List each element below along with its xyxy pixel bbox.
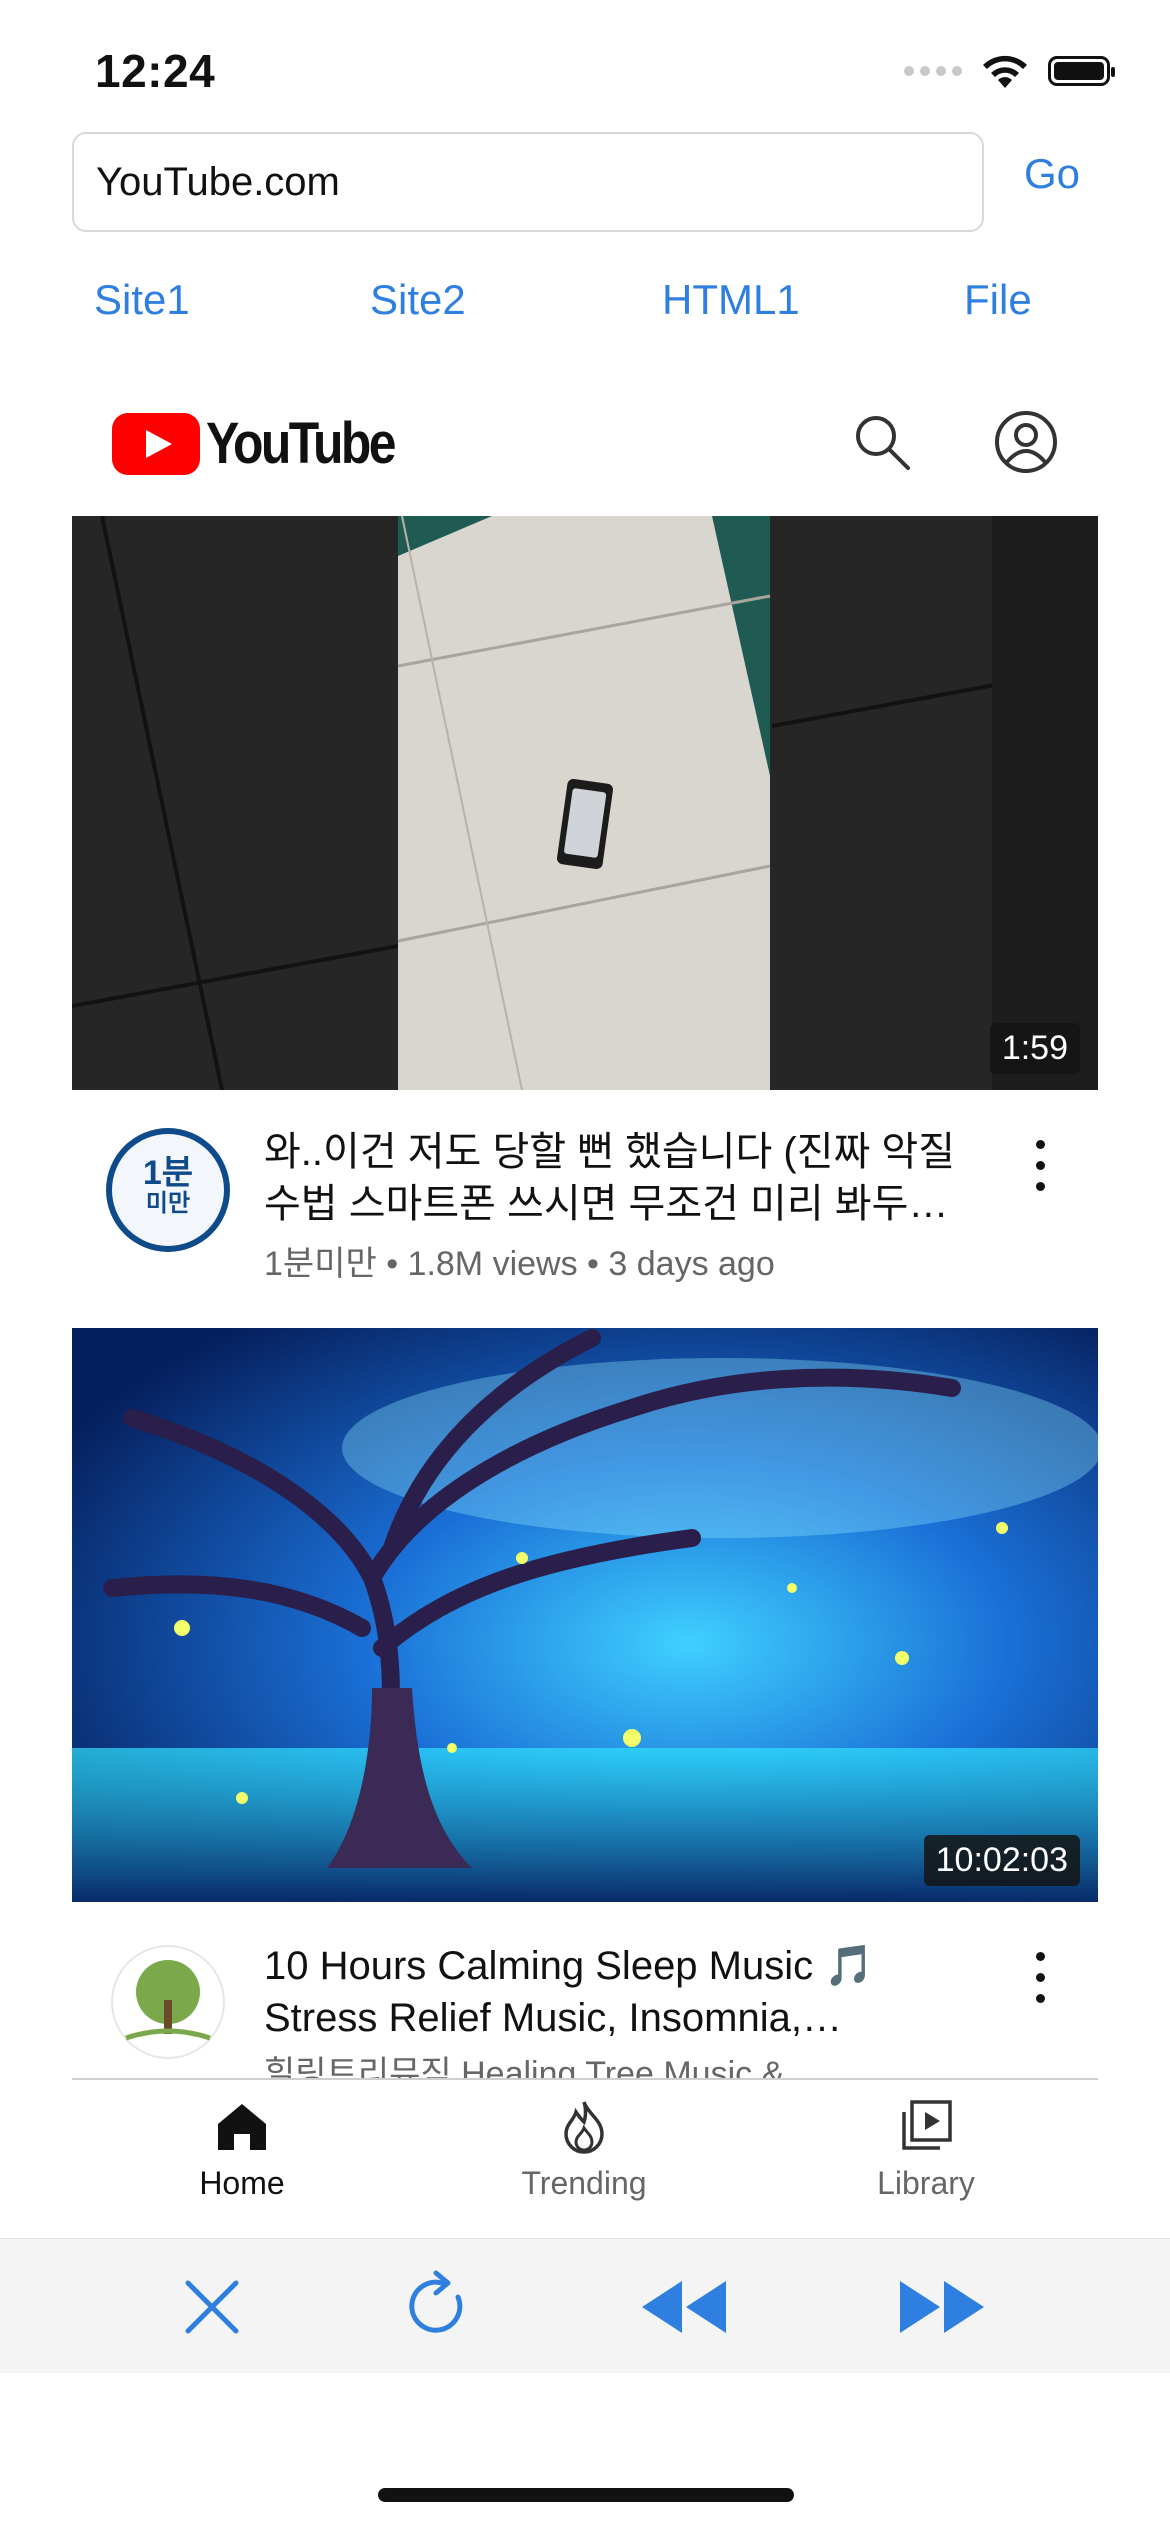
video-title[interactable]: 10 Hours Calming Sleep Music 🎵 Stress Re… <box>264 1940 984 2044</box>
quick-link-site1[interactable]: Site1 <box>94 276 190 324</box>
flame-icon <box>564 2101 604 2154</box>
video-thumbnail[interactable]: 1:59 <box>72 516 1098 1090</box>
go-button[interactable]: Go <box>1024 150 1080 198</box>
tree-logo-icon <box>111 1945 225 2059</box>
status-time: 12:24 <box>95 45 216 97</box>
close-icon[interactable] <box>172 2267 252 2347</box>
channel-avatar[interactable]: 1분 미만 <box>106 1128 230 1252</box>
quick-link-site2[interactable]: Site2 <box>370 276 466 324</box>
more-options-icon[interactable] <box>1032 1952 1048 2008</box>
more-options-icon[interactable] <box>1032 1140 1048 1196</box>
status-icons <box>904 52 1115 90</box>
quick-link-html1[interactable]: HTML1 <box>662 276 800 324</box>
wifi-icon <box>983 55 1027 88</box>
status-bar: 12:24 <box>0 0 1170 130</box>
youtube-wordmark: YouTube <box>206 411 396 476</box>
thumbnail-image <box>72 516 1098 1090</box>
video-meta: 1분미만 • 1.8M views • 3 days ago <box>264 1245 775 1283</box>
video-duration: 10:02:03 <box>923 1835 1080 1886</box>
youtube-bottom-nav: Home Trending Library <box>72 2078 1098 2240</box>
youtube-play-icon <box>112 412 200 475</box>
search-icon[interactable] <box>850 410 914 474</box>
forward-icon[interactable] <box>896 2267 988 2347</box>
youtube-logo[interactable]: YouTube <box>112 410 424 477</box>
video-thumbnail[interactable]: 10:02:03 <box>72 1328 1098 1902</box>
nav-trending[interactable]: Trending <box>484 2098 684 2202</box>
avatar-text-line1: 1분 <box>142 1154 194 1192</box>
reload-icon[interactable] <box>398 2267 478 2347</box>
back-icon[interactable] <box>638 2267 730 2347</box>
library-icon <box>902 2100 952 2150</box>
battery-icon <box>1048 56 1115 86</box>
account-icon[interactable] <box>994 410 1058 474</box>
channel-avatar[interactable] <box>106 1940 230 2064</box>
avatar-text-line2: 미만 <box>145 1190 191 1217</box>
video-duration: 1:59 <box>989 1023 1080 1074</box>
nav-library-label: Library <box>877 2165 975 2201</box>
url-input[interactable]: YouTube.com <box>72 132 984 232</box>
video-meta: 힐링트리뮤직 Healing Tree Music & <box>264 2055 785 2078</box>
nav-home-label: Home <box>199 2165 285 2201</box>
browser-toolbar <box>0 2238 1170 2373</box>
nav-trending-label: Trending <box>521 2165 647 2201</box>
thumbnail-image <box>72 1328 1098 1902</box>
video-title[interactable]: 와..이건 저도 당할 뻔 했습니다 (진짜 악질 수법 스마트폰 쓰시면 무조… <box>264 1126 984 1230</box>
quick-link-file[interactable]: File <box>964 276 1032 324</box>
nav-library[interactable]: Library <box>826 2098 1026 2202</box>
nav-home[interactable]: Home <box>142 2098 342 2202</box>
home-icon <box>218 2104 266 2150</box>
home-indicator[interactable] <box>378 2488 794 2502</box>
cellular-signal-icon <box>904 66 962 76</box>
